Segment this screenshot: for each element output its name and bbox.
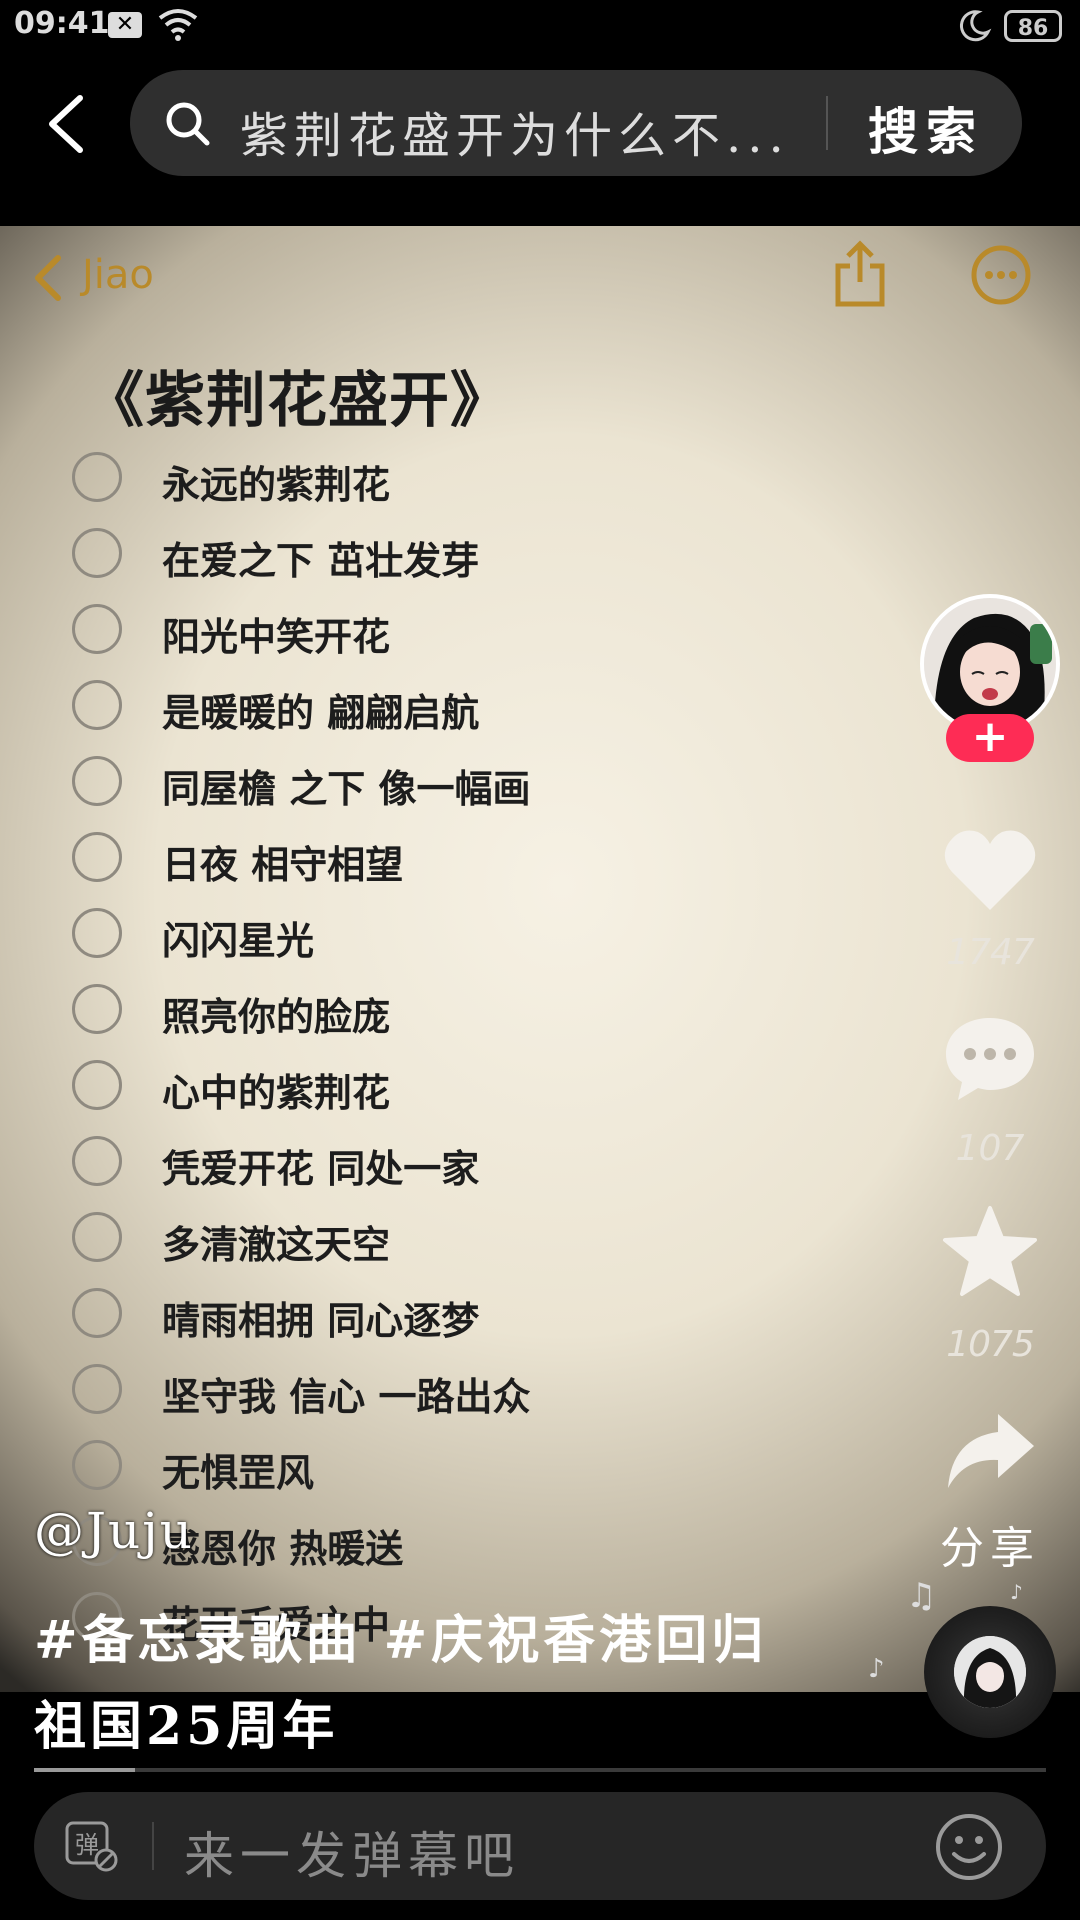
todo-text: 照亮你的脸庞	[162, 995, 391, 1039]
checkbox-circle-icon	[72, 832, 122, 882]
checkbox-circle-icon	[72, 1060, 122, 1110]
video-progress-bar[interactable]	[34, 1768, 1046, 1772]
checkbox-circle-icon	[72, 1136, 122, 1186]
video-player[interactable]: Jiao 《紫荆花盛开》 永远的紫荆花 在爱之下 茁壮发芽 阳光中笑开花 是暖暖…	[0, 226, 1080, 1692]
todo-text: 心中的紫荆花	[162, 1071, 391, 1115]
todo-item: 多清澈这天空	[72, 1204, 772, 1270]
todo-item: 心中的紫荆花	[72, 1052, 772, 1118]
search-query-text[interactable]: 紫荆花盛开为什么不...	[240, 96, 800, 166]
follow-button[interactable]: +	[946, 714, 1034, 762]
search-divider	[826, 96, 828, 150]
notes-share-icon	[835, 240, 885, 307]
checkbox-circle-icon	[72, 680, 122, 730]
checkbox-circle-icon	[72, 604, 122, 654]
emoji-icon[interactable]	[934, 1812, 1004, 1882]
checkbox-circle-icon	[72, 528, 122, 578]
status-time: 09:41	[14, 6, 110, 41]
todo-text: 是暖暖的 翩翩启航	[162, 691, 480, 735]
todo-text: 无惧罡风	[162, 1451, 315, 1495]
checkbox-circle-icon	[72, 1212, 122, 1262]
favorite-count: 1075	[946, 1324, 1035, 1365]
danmaku-input[interactable]: 来一发弹幕吧	[184, 1816, 520, 1888]
author-name[interactable]: @Juju	[34, 1502, 194, 1560]
search-icon	[166, 102, 210, 146]
danmaku-toggle-icon[interactable]: 弹	[64, 1820, 120, 1872]
todo-item: 在爱之下 茁壮发芽	[72, 520, 772, 586]
todo-text: 凭爱开花 同处一家	[162, 1147, 480, 1191]
star-icon[interactable]	[940, 1204, 1040, 1300]
caption-text: 祖国25周年	[34, 1696, 339, 1757]
checkbox-circle-icon	[72, 908, 122, 958]
share-label: 分享	[940, 1523, 1040, 1574]
checkbox-circle-icon	[72, 452, 122, 502]
checkbox-circle-icon	[72, 1440, 122, 1490]
checkbox-circle-icon	[72, 1364, 122, 1414]
like-count: 1747	[946, 932, 1035, 973]
todo-item: 照亮你的脸庞	[72, 976, 772, 1042]
note-title: 《紫荆花盛开》	[84, 366, 511, 436]
checkbox-circle-icon	[72, 756, 122, 806]
todo-text: 坚守我 信心 一路出众	[162, 1375, 531, 1419]
music-note-icon: ♪	[1010, 1580, 1023, 1604]
music-cover-illustration	[954, 1636, 1026, 1708]
todo-text: 晴雨相拥 同心逐梦	[162, 1299, 480, 1343]
video-progress-fill	[34, 1768, 136, 1772]
comment-icon[interactable]	[942, 1014, 1038, 1104]
notes-back-icon	[35, 255, 61, 301]
notes-more-icon	[971, 245, 1031, 305]
todo-item: 凭爱开花 同处一家	[72, 1128, 772, 1194]
notes-back-label: Jiao	[82, 252, 154, 298]
todo-text: 永远的紫荆花	[162, 463, 391, 507]
todo-item: 晴雨相拥 同心逐梦	[72, 1280, 772, 1346]
todo-item: 阳光中笑开花	[72, 596, 772, 662]
danmaku-input-bar[interactable]: 弹 来一发弹幕吧	[34, 1792, 1046, 1900]
todo-item: 闪闪星光	[72, 900, 772, 966]
todo-text: 感恩你 热暖送	[162, 1527, 404, 1571]
checkbox-circle-icon	[72, 984, 122, 1034]
moon-icon	[959, 10, 992, 42]
todo-text: 同屋檐 之下 像一幅画	[162, 767, 531, 811]
danmaku-divider	[152, 1822, 154, 1870]
search-bar[interactable]: 紫荆花盛开为什么不... 搜索	[130, 70, 1022, 176]
checkbox-circle-icon	[72, 1288, 122, 1338]
todo-text: 日夜 相守相望	[162, 843, 404, 887]
music-cover	[954, 1636, 1026, 1708]
heart-icon[interactable]	[940, 824, 1040, 914]
wifi-icon	[158, 9, 198, 41]
todo-item: 无惧罡风	[72, 1432, 772, 1498]
comment-count: 107	[955, 1128, 1025, 1169]
music-disc[interactable]	[924, 1606, 1056, 1738]
todo-item: 是暖暖的 翩翩启航	[72, 672, 772, 738]
todo-text: 闪闪星光	[162, 919, 315, 963]
share-arrow-icon[interactable]	[942, 1410, 1038, 1492]
todo-text: 在爱之下 茁壮发芽	[162, 539, 480, 583]
todo-item: 同屋檐 之下 像一幅画	[72, 748, 772, 814]
caption-hashtags[interactable]: #备忘录歌曲 #庆祝香港回归	[34, 1598, 767, 1673]
notification-x-icon: ✕	[108, 12, 142, 38]
todo-text: 阳光中笑开花	[162, 615, 391, 659]
status-bar: 09:41 ✕ 86	[0, 0, 1080, 56]
search-button[interactable]: 搜索	[868, 92, 984, 164]
todo-text: 多清澈这天空	[162, 1223, 391, 1267]
music-note-icon: ♫	[906, 1576, 937, 1616]
battery-indicator: 86	[1004, 10, 1062, 42]
todo-item: 永远的紫荆花	[72, 444, 772, 510]
todo-item: 日夜 相守相望	[72, 824, 772, 890]
todo-item: 坚守我 信心 一路出众	[72, 1356, 772, 1422]
music-note-icon: ♪	[868, 1654, 885, 1684]
danmaku-toggle-label: 弹	[75, 1831, 99, 1859]
back-arrow-icon[interactable]	[40, 92, 90, 156]
